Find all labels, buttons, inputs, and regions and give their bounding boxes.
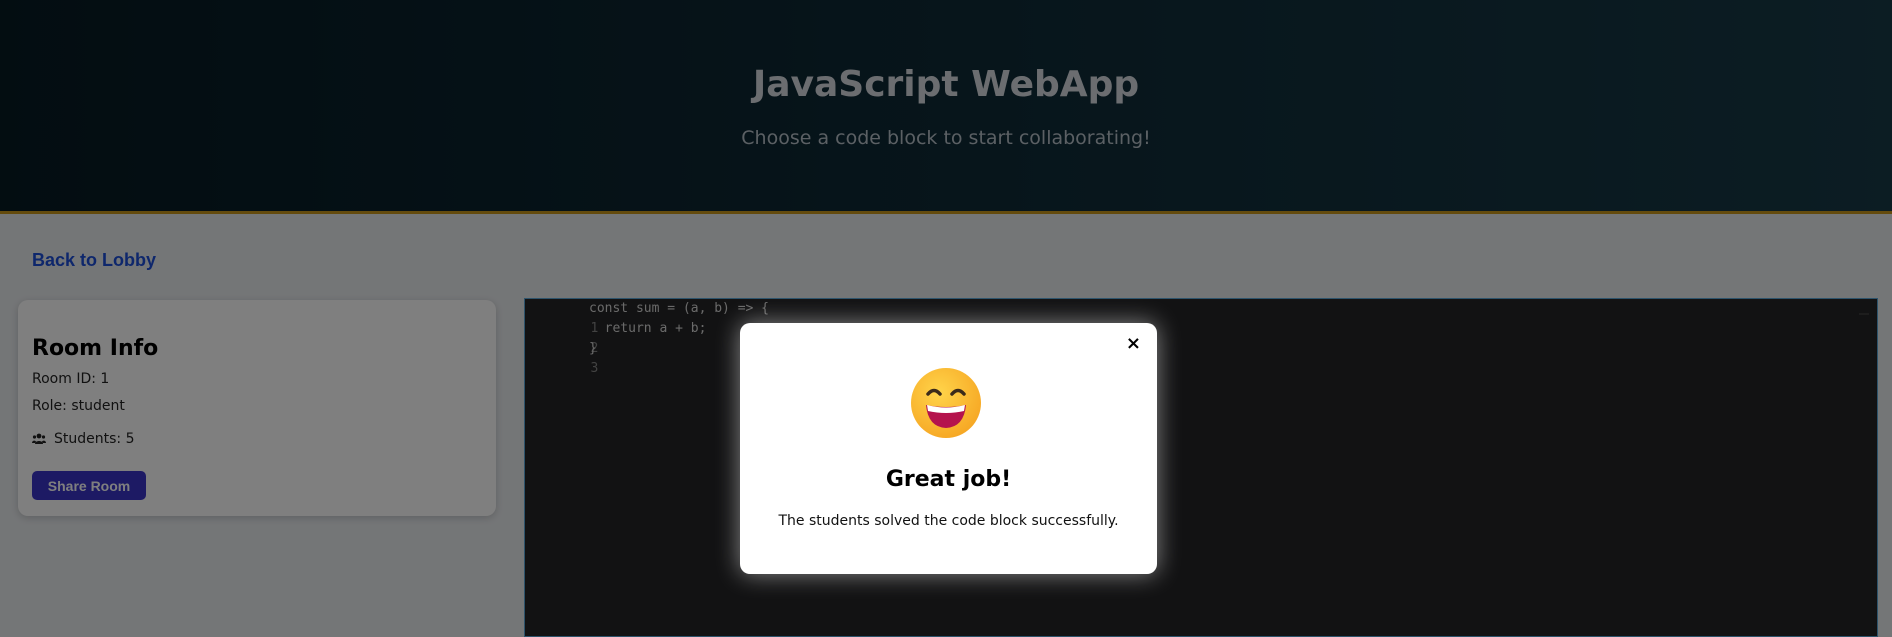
success-modal: × Great job! The students solved the cod… bbox=[740, 323, 1157, 574]
modal-message: The students solved the code block succe… bbox=[778, 513, 1119, 529]
modal-title: Great job! bbox=[885, 467, 1012, 492]
close-icon[interactable]: × bbox=[1126, 333, 1141, 354]
grinning-face-icon bbox=[911, 368, 981, 438]
